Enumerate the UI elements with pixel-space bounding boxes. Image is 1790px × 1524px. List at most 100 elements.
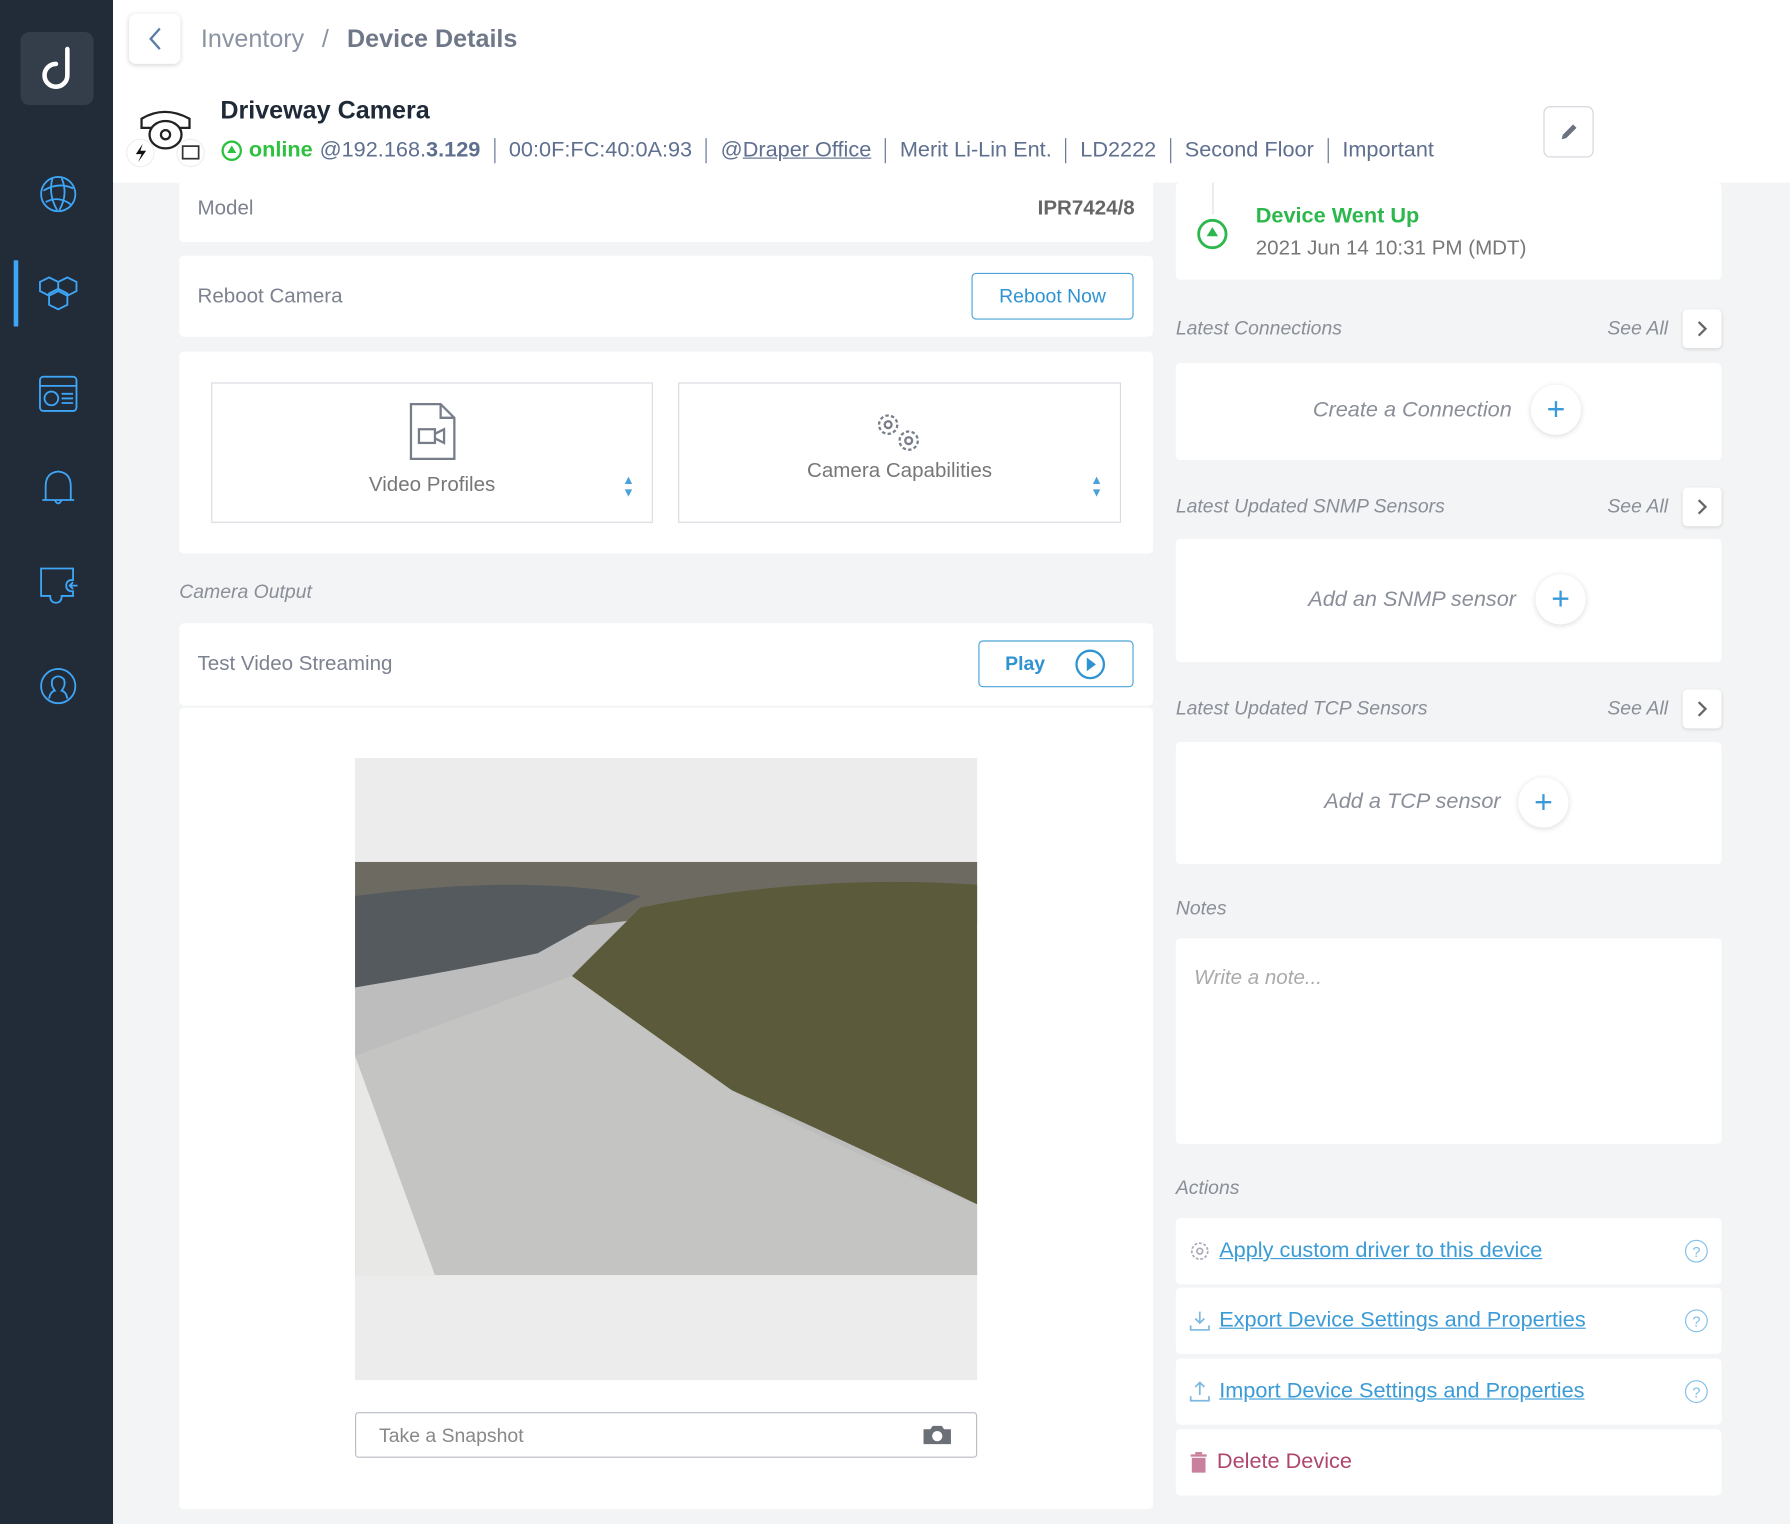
- back-button[interactable]: [128, 13, 181, 64]
- dashboard-icon: [39, 375, 78, 412]
- model-value: IPR7424/8: [1037, 196, 1135, 220]
- action-export[interactable]: Export Device Settings and Properties ?: [1175, 1287, 1722, 1354]
- tcp-card: Add a TCP sensor +: [1175, 742, 1722, 865]
- nav-inventory[interactable]: [34, 268, 82, 316]
- action-import[interactable]: Import Device Settings and Properties ?: [1175, 1358, 1722, 1425]
- reboot-now-button[interactable]: Reboot Now: [971, 272, 1134, 320]
- event-time: 2021 Jun 14 10:31 PM (MDT): [1255, 236, 1527, 260]
- sort-arrows-icon: ▲ ▼: [1090, 473, 1103, 501]
- help-icon[interactable]: ?: [1684, 1380, 1708, 1404]
- site-link[interactable]: Draper Office: [743, 138, 872, 163]
- camera-output-heading: Camera Output: [179, 581, 312, 603]
- plus-icon: +: [1546, 391, 1566, 427]
- cubes-icon: [39, 276, 78, 311]
- event-card: Device Went Up 2021 Jun 14 10:31 PM (MDT…: [1175, 182, 1722, 280]
- play-label: Play: [1005, 652, 1046, 675]
- apply-driver-link[interactable]: Apply custom driver to this device: [1219, 1239, 1542, 1264]
- download-icon: [1189, 1311, 1210, 1331]
- location: Second Floor: [1184, 138, 1314, 163]
- vendor: Merit Li-Lin Ent.: [899, 138, 1052, 163]
- nav-alerts[interactable]: [34, 463, 82, 511]
- connections-chevron-button[interactable]: [1682, 309, 1722, 349]
- status-text: online: [248, 138, 313, 163]
- chevron-right-icon: [1697, 321, 1708, 337]
- add-tcp-label[interactable]: Add a TCP sensor: [1324, 790, 1500, 815]
- globe-icon: [40, 176, 77, 213]
- gear-icon: [1190, 1242, 1209, 1261]
- nav-integrations[interactable]: [34, 562, 82, 610]
- app-logo[interactable]: [20, 31, 94, 106]
- connections-heading: Latest Connections: [1175, 317, 1342, 340]
- site-prefix: @: [720, 138, 743, 163]
- add-tcp-button[interactable]: +: [1518, 777, 1569, 828]
- create-connection-button[interactable]: +: [1530, 384, 1582, 435]
- model-label: Model: [197, 196, 254, 220]
- bell-icon: [42, 470, 75, 505]
- ip-suffix: 3.129: [426, 138, 481, 163]
- import-link[interactable]: Import Device Settings and Properties: [1219, 1379, 1584, 1404]
- stream-label: Test Video Streaming: [197, 651, 393, 675]
- snmp-see-all[interactable]: See All: [1607, 495, 1668, 518]
- delete-device-label: Delete Device: [1216, 1449, 1352, 1474]
- video-profiles-label: Video Profiles: [368, 472, 496, 496]
- reboot-row: Reboot Camera Reboot Now: [179, 255, 1153, 337]
- play-icon: [1075, 648, 1106, 679]
- mac-address: 00:0F:FC:40:0A:93: [508, 138, 693, 163]
- stream-row: Test Video Streaming Play: [179, 623, 1153, 706]
- notes-placeholder: Write a note...: [1194, 965, 1323, 989]
- device-up-icon: [1197, 218, 1228, 250]
- nav-account[interactable]: [34, 662, 82, 710]
- gears-icon: [877, 414, 919, 451]
- breadcrumb-inventory[interactable]: Inventory: [201, 24, 304, 54]
- snapshot-placeholder: Take a Snapshot: [379, 1424, 524, 1447]
- video-card: Take a Snapshot: [179, 707, 1153, 1510]
- chevron-left-icon: [148, 27, 161, 50]
- tcp-see-all[interactable]: See All: [1607, 698, 1668, 721]
- notes-heading: Notes: [1175, 897, 1227, 919]
- nav-dashboard[interactable]: [34, 370, 82, 418]
- puzzle-icon: [40, 567, 78, 604]
- camera-device-icon: [126, 105, 208, 173]
- video-frame: [355, 758, 978, 1381]
- event-title: Device Went Up: [1255, 204, 1420, 229]
- help-icon[interactable]: ?: [1684, 1239, 1708, 1263]
- action-apply-driver[interactable]: Apply custom driver to this device ?: [1175, 1218, 1722, 1285]
- camera-capabilities-label: Camera Capabilities: [807, 458, 993, 482]
- upload-icon: [1189, 1381, 1210, 1402]
- snmp-chevron-button[interactable]: [1682, 487, 1722, 527]
- snmp-card: Add an SNMP sensor +: [1175, 538, 1722, 663]
- help-icon[interactable]: ?: [1684, 1309, 1708, 1333]
- export-link[interactable]: Export Device Settings and Properties: [1219, 1308, 1586, 1333]
- plus-icon: +: [1534, 784, 1553, 820]
- connections-see-all[interactable]: See All: [1607, 317, 1668, 340]
- add-snmp-button[interactable]: +: [1535, 574, 1586, 625]
- ip-prefix: @192.168.: [319, 138, 427, 163]
- pencil-icon: [1561, 123, 1577, 139]
- camera-feed-image: [355, 861, 978, 1276]
- nav-network[interactable]: [34, 170, 82, 218]
- camera-capabilities-select[interactable]: Camera Capabilities ▲ ▼: [678, 382, 1122, 523]
- tag: Important: [1342, 138, 1434, 163]
- edit-button[interactable]: [1543, 106, 1594, 158]
- delete-device-button[interactable]: Delete Device: [1175, 1429, 1722, 1496]
- model-row: Model IPR7424/8: [179, 173, 1153, 243]
- sidebar: [0, 0, 114, 1524]
- actions-heading: Actions: [1175, 1176, 1240, 1199]
- model-code: LD2222: [1080, 138, 1157, 163]
- notes-textarea[interactable]: Write a note...: [1175, 938, 1722, 1144]
- tcp-chevron-button[interactable]: [1682, 689, 1722, 729]
- snapshot-input[interactable]: Take a Snapshot: [355, 1412, 978, 1458]
- breadcrumb-separator: /: [321, 23, 329, 53]
- plus-icon: +: [1551, 581, 1570, 617]
- profiles-card: Video Profiles ▲ ▼ Camera Capabilities ▲ ▼: [179, 351, 1153, 554]
- camera-icon[interactable]: [921, 1424, 953, 1447]
- user-icon: [40, 668, 77, 705]
- video-profiles-select[interactable]: Video Profiles ▲ ▼: [211, 382, 653, 523]
- create-connection-label[interactable]: Create a Connection: [1313, 398, 1512, 423]
- play-button[interactable]: Play: [978, 640, 1134, 688]
- status-up-icon: [221, 140, 243, 161]
- sort-arrows-icon: ▲ ▼: [622, 473, 635, 501]
- video-file-icon: [409, 402, 455, 461]
- snmp-heading: Latest Updated SNMP Sensors: [1175, 495, 1445, 518]
- add-snmp-label[interactable]: Add an SNMP sensor: [1308, 588, 1516, 613]
